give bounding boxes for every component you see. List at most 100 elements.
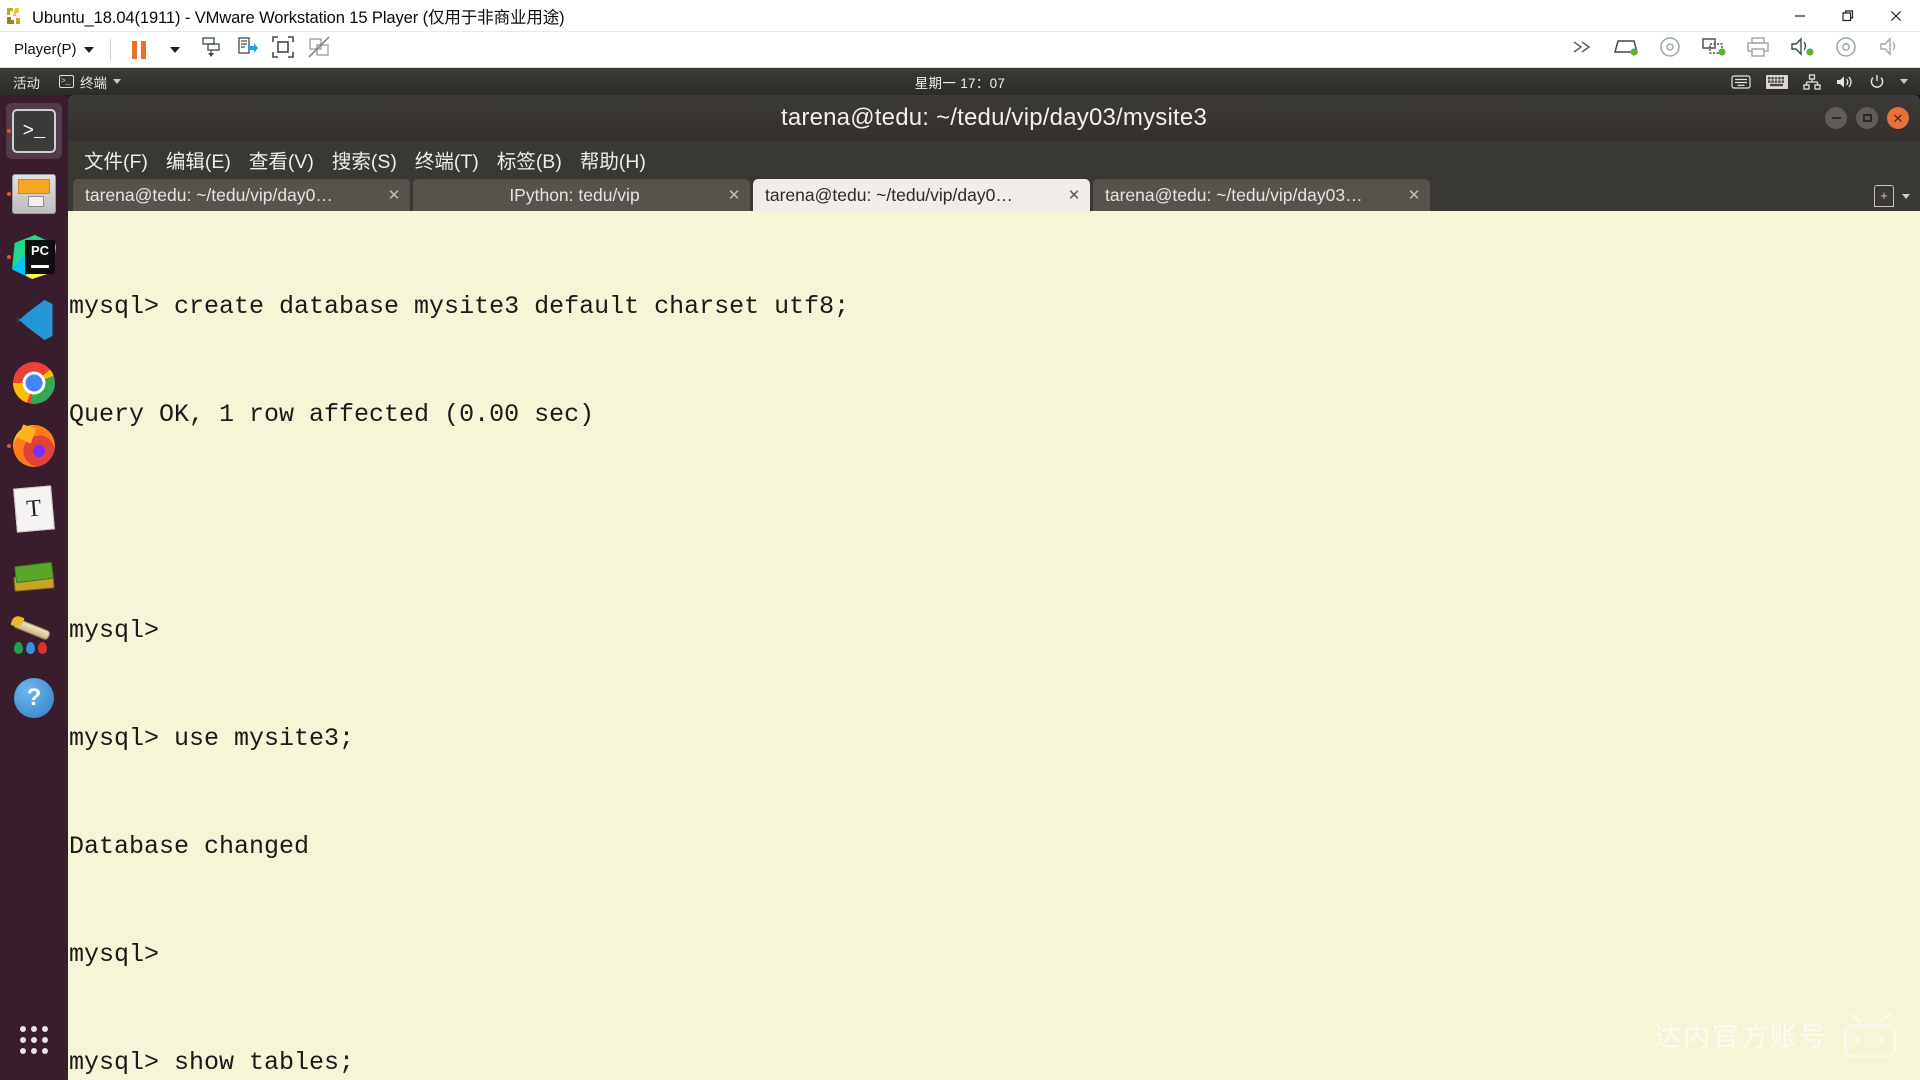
fullscreen-icon bbox=[271, 35, 295, 64]
app-menu-button[interactable]: >_ 终端 bbox=[51, 72, 129, 92]
menu-file[interactable]: 文件(F) bbox=[76, 143, 156, 176]
dock-item-files[interactable] bbox=[6, 166, 62, 222]
dock-item-pycharm[interactable]: PC bbox=[6, 229, 62, 285]
minimize-button[interactable] bbox=[1776, 0, 1824, 32]
menu-edit[interactable]: 编辑(E) bbox=[158, 143, 239, 176]
terminal-icon: >_ bbox=[59, 75, 74, 88]
dock-item-firefox[interactable] bbox=[6, 418, 62, 474]
close-icon[interactable]: ✕ bbox=[724, 186, 744, 204]
unity-mode-disabled-icon bbox=[307, 35, 331, 64]
restore-button[interactable] bbox=[1824, 0, 1872, 32]
network-icon[interactable] bbox=[1803, 73, 1821, 90]
suspend-icon bbox=[199, 35, 223, 64]
dock-item-software[interactable] bbox=[6, 544, 62, 600]
minimize-icon bbox=[1831, 117, 1841, 119]
terminal-minimize-button[interactable] bbox=[1825, 107, 1847, 129]
cd-dvd-device-button[interactable] bbox=[1655, 35, 1685, 65]
vmware-titlebar: Ubuntu_18.04(1911) - VMware Workstation … bbox=[0, 0, 1920, 32]
books-icon bbox=[12, 552, 56, 592]
tab-2[interactable]: tarena@tedu: ~/tedu/vip/day0… ✕ bbox=[753, 179, 1090, 211]
text-editor-icon: T bbox=[13, 485, 55, 533]
tab-label: IPython: tedu/vip bbox=[509, 184, 640, 205]
menu-terminal[interactable]: 终端(T) bbox=[407, 143, 487, 176]
printer-icon bbox=[1746, 36, 1770, 63]
cd-dvd-icon bbox=[1658, 35, 1682, 64]
ubuntu-dock: >_ PC T ? bbox=[0, 95, 68, 1080]
keyboard-icon[interactable] bbox=[1731, 74, 1751, 90]
tab-3[interactable]: tarena@tedu: ~/tedu/vip/day03… ✕ bbox=[1093, 179, 1430, 211]
chevron-down-icon[interactable] bbox=[1900, 79, 1908, 84]
sound-card-device-button[interactable] bbox=[1787, 35, 1817, 65]
dock-item-text-editor[interactable]: T bbox=[6, 481, 62, 537]
clock[interactable]: 星期一 17：07 bbox=[915, 72, 1005, 92]
dock-item-vscode[interactable] bbox=[6, 292, 62, 348]
pause-button[interactable] bbox=[124, 35, 154, 65]
running-indicator bbox=[7, 192, 11, 196]
activities-button[interactable]: 活动 bbox=[0, 72, 51, 92]
double-chevron-right-icon bbox=[1571, 38, 1593, 61]
network-adapter-device-button[interactable] bbox=[1699, 35, 1729, 65]
show-applications-button[interactable] bbox=[6, 1012, 62, 1068]
ubuntu-guest-screen: 活动 >_ 终端 星期一 17：07 >_ PC T ? tarena@tedu… bbox=[0, 68, 1920, 1080]
terminal-maximize-button[interactable] bbox=[1856, 107, 1878, 129]
terminal-line: mysql> use mysite3; bbox=[69, 724, 355, 753]
printer-device-button[interactable] bbox=[1743, 35, 1773, 65]
new-tab-button[interactable]: + bbox=[1874, 185, 1894, 207]
close-icon[interactable]: ✕ bbox=[384, 186, 404, 204]
vmware-window-title: Ubuntu_18.04(1911) - VMware Workstation … bbox=[32, 8, 565, 27]
vmware-player-window: Ubuntu_18.04(1911) - VMware Workstation … bbox=[0, 0, 1920, 1080]
terminal-line: Query OK, 1 row affected (0.00 sec) bbox=[69, 400, 595, 429]
firefox-icon bbox=[13, 425, 55, 467]
usb-device-button[interactable] bbox=[1831, 35, 1861, 65]
close-icon[interactable]: ✕ bbox=[1064, 186, 1084, 204]
terminal-output[interactable]: mysql> create database mysite3 default c… bbox=[68, 211, 1920, 1080]
terminal-window-controls: ✕ bbox=[1825, 107, 1909, 129]
close-icon: ✕ bbox=[1892, 110, 1904, 126]
volume-icon[interactable] bbox=[1836, 74, 1854, 90]
menu-help[interactable]: 帮助(H) bbox=[572, 143, 654, 176]
terminal-line: Database changed bbox=[69, 832, 310, 861]
vmware-device-toolbar bbox=[1560, 35, 1912, 65]
terminal-close-button[interactable]: ✕ bbox=[1887, 107, 1909, 129]
unity-mode-button[interactable] bbox=[304, 35, 334, 65]
dock-item-drawing[interactable] bbox=[6, 607, 62, 663]
menu-tabs[interactable]: 标签(B) bbox=[489, 143, 570, 176]
keyboard-layout-icon[interactable] bbox=[1766, 74, 1788, 89]
chevron-down-icon[interactable] bbox=[1902, 193, 1910, 199]
vscode-icon bbox=[13, 299, 55, 341]
terminal-titlebar: tarena@tedu: ~/tedu/vip/day03/mysite3 ✕ bbox=[68, 95, 1920, 141]
close-button[interactable] bbox=[1872, 0, 1920, 32]
suspend-button[interactable] bbox=[196, 35, 226, 65]
player-menu-label: Player(P) bbox=[14, 41, 77, 58]
tab-label: tarena@tedu: ~/tedu/vip/day0… bbox=[765, 184, 1013, 205]
network-adapter-icon bbox=[1701, 36, 1727, 63]
dock-item-terminal[interactable]: >_ bbox=[6, 103, 62, 159]
player-menu-button[interactable]: Player(P) bbox=[8, 39, 100, 60]
menu-view[interactable]: 查看(V) bbox=[241, 143, 322, 176]
vmware-logo-icon bbox=[6, 6, 26, 26]
dock-item-chrome[interactable] bbox=[6, 355, 62, 411]
eject-media-button[interactable] bbox=[232, 35, 262, 65]
speaker-device-button[interactable] bbox=[1875, 35, 1905, 65]
running-indicator bbox=[7, 129, 11, 133]
tab-1[interactable]: IPython: tedu/vip ✕ bbox=[413, 179, 750, 211]
terminal-icon: >_ bbox=[12, 109, 56, 153]
fullscreen-button[interactable] bbox=[268, 35, 298, 65]
chrome-icon bbox=[13, 362, 55, 404]
speaker-icon bbox=[1878, 36, 1902, 63]
power-icon[interactable] bbox=[1869, 74, 1885, 90]
vmware-window-controls bbox=[1776, 0, 1920, 32]
tab-label: tarena@tedu: ~/tedu/vip/day0… bbox=[85, 184, 333, 205]
pause-dropdown-button[interactable] bbox=[160, 35, 190, 65]
dock-item-help[interactable]: ? bbox=[6, 670, 62, 726]
hard-disk-device-button[interactable] bbox=[1611, 35, 1641, 65]
terminal-line: mysql> bbox=[69, 616, 160, 645]
menu-search[interactable]: 搜索(S) bbox=[324, 143, 405, 176]
close-icon[interactable]: ✕ bbox=[1404, 186, 1424, 204]
tab-0[interactable]: tarena@tedu: ~/tedu/vip/day0… ✕ bbox=[73, 179, 410, 211]
paintbrush-icon bbox=[10, 614, 56, 655]
files-icon bbox=[12, 174, 56, 214]
expand-toolbar-button[interactable] bbox=[1567, 35, 1597, 65]
eject-media-icon bbox=[235, 35, 259, 64]
